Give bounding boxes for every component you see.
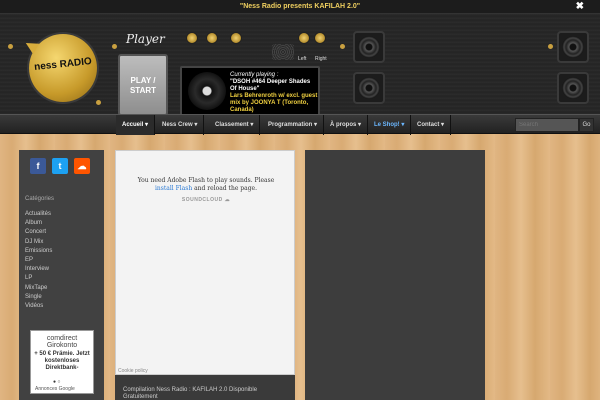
left-sidebar: f t ☁ Catégories Actualités Album Concer… [19, 150, 104, 400]
main-nav: Accueil ▾ Ness Crew ▾ Classement ▾ Progr… [0, 114, 600, 135]
category-item[interactable]: DJ Mix [25, 238, 95, 247]
post-footer: Compilation Ness Radio : KAFILAH 2.0 Dis… [115, 375, 295, 400]
ad-text: + 50 € Prämie. Jetzt kostenloses Direktb… [34, 351, 90, 371]
category-item[interactable]: Vidéos [25, 302, 95, 311]
search-input[interactable] [515, 118, 579, 132]
nav-item-classement[interactable]: Classement ▾ [209, 115, 261, 135]
ad-brand: comdirect Girokonto [46, 335, 78, 349]
nav-item-programmation[interactable]: Programmation ▾ [262, 115, 325, 135]
category-item[interactable]: Album [25, 219, 95, 228]
flash-message: You need Adobe Flash to play sounds. Ple… [137, 177, 275, 192]
player-title: Player [126, 32, 165, 46]
ad-footer: Annonces Google [35, 386, 75, 392]
speaker-grille-icon [272, 44, 294, 60]
category-item[interactable]: Actualités [25, 210, 95, 219]
now-playing-artist: Lars Behrenroth w/ excl. guest mix by JO… [230, 93, 318, 113]
speaker-icon [557, 31, 589, 63]
now-playing-track: "DSOH #464 Deeper Shades Of House" [230, 79, 311, 92]
search-go-button[interactable]: Go [579, 118, 594, 132]
ad-carousel-dots[interactable]: ● ○ [53, 379, 60, 385]
screw-icon [112, 44, 117, 49]
soundcloud-logo[interactable]: SOUNDCLOUD ☁ [116, 197, 296, 203]
close-icon[interactable]: ✖ [576, 0, 584, 14]
category-item[interactable]: Interview [25, 265, 95, 274]
nav-item-accueil[interactable]: Accueil ▾ [116, 115, 156, 135]
screw-icon [548, 44, 553, 49]
tone-knob-icon[interactable] [230, 32, 242, 44]
category-item[interactable]: Single [25, 293, 95, 302]
install-flash-link[interactable]: install Flash [155, 185, 192, 192]
nav-item-le-shop[interactable]: Le Shop! ▾ [368, 115, 412, 135]
category-item[interactable]: Concert [25, 228, 95, 237]
screw-icon [96, 100, 101, 105]
soundcloud-player: You need Adobe Flash to play sounds. Ple… [115, 150, 295, 375]
category-item[interactable]: LP [25, 274, 95, 283]
screw-icon [340, 44, 345, 49]
category-item[interactable]: EP [25, 256, 95, 265]
main-content: You need Adobe Flash to play sounds. Ple… [115, 150, 295, 400]
google-ad[interactable]: comdirect Girokonto + 50 € Prämie. Jetzt… [30, 330, 94, 394]
right-knob-icon[interactable] [314, 32, 326, 44]
categories-list: Actualités Album Concert DJ Mix Emission… [25, 210, 95, 311]
speaker-icon [557, 72, 589, 104]
now-playing-display: Currently playing : "DSOH #464 Deeper Sh… [180, 66, 320, 116]
announcement-text: "Ness Radio presents KAFILAH 2.0" [239, 3, 361, 10]
facebook-icon[interactable]: f [30, 158, 46, 174]
logo-text: ness RADIO [33, 56, 93, 73]
screw-icon [8, 44, 13, 49]
announcement-bar: "Ness Radio presents KAFILAH 2.0" ✖ [0, 0, 600, 14]
right-panel [305, 150, 485, 400]
cookie-policy-link[interactable]: Cookie policy [118, 368, 148, 374]
now-playing-label: Currently playing : [230, 72, 279, 78]
ness-radio-logo[interactable]: ness RADIO [29, 34, 97, 102]
nav-item-contact[interactable]: Contact ▾ [411, 115, 452, 135]
soundcloud-icon[interactable]: ☁ [74, 158, 90, 174]
category-item[interactable]: MixTape [25, 284, 95, 293]
right-label: Right [315, 56, 327, 62]
speaker-icon [353, 72, 385, 104]
left-label: Left [298, 56, 307, 62]
post-title[interactable]: Compilation Ness Radio : KAFILAH 2.0 Dis… [123, 387, 293, 400]
nav-item-a-propos[interactable]: À propos ▾ [324, 115, 369, 135]
category-item[interactable]: Emissions [25, 247, 95, 256]
vinyl-record-icon [188, 72, 226, 110]
header: ness RADIO Player PLAY / START Left Righ… [0, 14, 600, 116]
left-knob-icon[interactable] [298, 32, 310, 44]
play-start-button[interactable]: PLAY / START [118, 54, 168, 116]
categories-heading: Catégories [25, 196, 55, 202]
nav-item-ness-crew[interactable]: Ness Crew ▾ [156, 115, 205, 135]
volume-knob-icon[interactable] [206, 32, 218, 44]
speaker-icon [353, 31, 385, 63]
volume-knob-icon[interactable] [186, 32, 198, 44]
twitter-icon[interactable]: t [52, 158, 68, 174]
